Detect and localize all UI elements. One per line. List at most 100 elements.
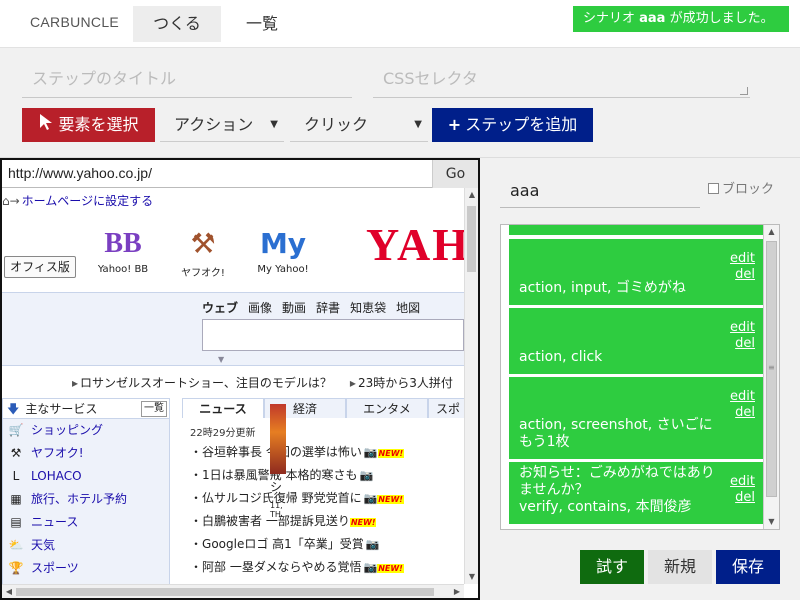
set-homepage-link[interactable]: ⌂→ ホームページに設定する xyxy=(2,192,153,209)
news-item[interactable]: ・Googleロゴ 高1「卒業」受賞 📷 xyxy=(182,533,464,556)
try-button[interactable]: 試す xyxy=(580,550,644,584)
delete-link[interactable]: del xyxy=(730,336,755,352)
news-panel: ニュース 経済 エンタメ スポ 22時29分更新 ・谷垣幹事長 今回の選挙は怖い… xyxy=(182,398,464,584)
select-element-button[interactable]: 要素を選択 xyxy=(22,108,155,142)
news-tab-entertainment[interactable]: エンタメ xyxy=(346,398,428,418)
browser-vertical-scrollbar[interactable]: ▲ ▼ xyxy=(464,188,478,584)
service-label: ニュース xyxy=(31,515,79,529)
new-button[interactable]: 新規 xyxy=(648,550,712,584)
add-step-button[interactable]: + ステップを追加 xyxy=(432,108,593,142)
search-input[interactable] xyxy=(202,319,464,351)
scroll-left-icon[interactable]: ◀ xyxy=(2,585,16,598)
main-service-item[interactable]: 🛒 ショッピング xyxy=(3,419,169,442)
main-services-panel: 🡇 主なサービス 一覧 🛒 ショッピング ⚒ ヤフオク! L LOHACO ▦ 旅行、ホテル予約… xyxy=(2,398,170,584)
bullet-icon: ・ xyxy=(190,514,203,528)
step-item[interactable]: action, screenshot, ...editdel xyxy=(509,225,765,235)
tab-list[interactable]: 一覧 xyxy=(233,6,291,42)
steps-list: action, screenshot, ...editdelaction, in… xyxy=(500,224,780,530)
steps-scrollbar[interactable]: ▲ ≡ ▼ xyxy=(763,225,779,529)
tab-create[interactable]: つくる xyxy=(133,6,221,42)
caret-down-icon: ▼ xyxy=(270,119,278,130)
news-item[interactable]: ・阿部 一塁ダメならやめる覚悟 📷NEW! xyxy=(182,556,464,579)
search-tab-video[interactable]: 動画 xyxy=(282,301,306,315)
my-yahoo-label: My Yahoo! xyxy=(257,264,309,275)
step-title-input[interactable]: ステップのタイトル xyxy=(22,62,352,98)
main-service-item[interactable]: L LOHACO xyxy=(3,465,169,488)
scroll-right-icon[interactable]: ▶ xyxy=(450,585,464,598)
service-icon: 🛒 xyxy=(8,423,24,437)
main-service-item[interactable]: ▤ ニュース xyxy=(3,511,169,534)
service-label: 天気 xyxy=(31,538,56,552)
grip-icon: ≡ xyxy=(768,363,775,372)
scenario-name-input[interactable]: aaa xyxy=(500,176,700,208)
url-input[interactable]: http://www.yahoo.co.jp/ xyxy=(8,165,152,181)
news-thumbnail[interactable] xyxy=(270,404,286,474)
step-item[interactable]: お知らせ：ごみめがねではありませんか？ verify, contains, 本間俊… xyxy=(509,462,765,524)
yahoo-bb-label: Yahoo! BB xyxy=(97,264,149,275)
search-tab-web[interactable]: ウェブ xyxy=(202,301,238,315)
headline-2[interactable]: 23時から3人拼付 xyxy=(358,376,453,390)
brand-logo[interactable]: CARBUNCLE xyxy=(30,14,119,30)
headline-bar: ▸ ロサンゼルスオートショー、注目のモデルは？ ▸ 23時から3人拼付 xyxy=(72,374,453,391)
event-select[interactable]: クリック ▼ xyxy=(290,108,428,142)
css-selector-input[interactable]: CSSセレクタ xyxy=(373,62,750,98)
block-checkbox[interactable]: ブロック xyxy=(708,178,774,197)
main-service-item[interactable]: 🏆 スポーツ xyxy=(3,557,169,580)
search-tab-image[interactable]: 画像 xyxy=(248,301,272,315)
main-service-item[interactable]: ▦ 旅行、ホテル予約 xyxy=(3,488,169,511)
all-services-button[interactable]: 一覧 xyxy=(141,401,167,417)
edit-link[interactable]: edit xyxy=(730,389,755,405)
save-button[interactable]: 保存 xyxy=(716,550,780,584)
news-item[interactable]: ・谷垣幹事長 今回の選挙は怖い 📷NEW! xyxy=(182,441,464,464)
go-button[interactable]: Go xyxy=(432,160,478,188)
step-item[interactable]: action, screenshot, さいごにもう1枚 edit del xyxy=(509,377,765,459)
browser-viewport[interactable]: ⌂→ ホームページに設定する オフィス版 BB Yahoo! BB ⚒ ヤフオク!… xyxy=(2,188,464,584)
bb-icon: BB xyxy=(104,228,142,259)
browser-horizontal-scrollbar[interactable]: ◀ ▶ xyxy=(2,584,464,598)
checkbox-icon[interactable] xyxy=(708,183,719,194)
news-item[interactable]: ・白鵬被害者 一部提訴見送りNEW! xyxy=(182,510,464,533)
search-tab-dictionary[interactable]: 辞書 xyxy=(316,301,340,315)
scroll-thumb[interactable] xyxy=(16,588,434,596)
new-badge: NEW! xyxy=(377,449,405,458)
search-tab-chiebukuro[interactable]: 知恵袋 xyxy=(350,301,386,315)
news-tab-news[interactable]: ニュース xyxy=(182,398,264,418)
scroll-down-icon[interactable]: ▼ xyxy=(465,570,478,584)
delete-link[interactable]: del xyxy=(730,267,755,283)
resize-grip-icon[interactable] xyxy=(740,87,748,95)
my-yahoo-icon: My xyxy=(259,227,307,260)
main-services-header: 🡇 主なサービス 一覧 xyxy=(3,399,169,419)
news-item[interactable]: ・仏サルコジ氏復帰 野党党首に 📷NEW! xyxy=(182,487,464,510)
headline-1[interactable]: ロサンゼルスオートショー、注目のモデルは？ xyxy=(80,376,332,390)
news-tab-sports[interactable]: スポ xyxy=(428,398,464,418)
yahuoku-link[interactable]: ⚒ ヤフオク! xyxy=(168,224,238,279)
delete-link[interactable]: del xyxy=(730,405,755,421)
step-item[interactable]: action, click edit del xyxy=(509,308,765,374)
search-dropdown-icon[interactable]: ▼ xyxy=(218,355,224,364)
scroll-up-icon[interactable]: ▲ xyxy=(465,188,478,202)
main-service-item[interactable]: ⛅ 天気 xyxy=(3,534,169,557)
main-service-item[interactable]: ⚒ ヤフオク! xyxy=(3,442,169,465)
cursor-icon xyxy=(38,109,54,143)
search-tab-map[interactable]: 地図 xyxy=(396,301,420,315)
news-item[interactable]: ・1日は暴風警戒 本格的寒さも 📷 xyxy=(182,464,464,487)
service-icon: ⛅ xyxy=(8,538,24,552)
office-button[interactable]: オフィス版 xyxy=(4,256,76,278)
action-select[interactable]: アクション ▼ xyxy=(160,108,284,142)
yahoo-bb-link[interactable]: BB Yahoo! BB xyxy=(88,224,158,275)
scroll-up-icon[interactable]: ▲ xyxy=(764,225,779,239)
delete-link[interactable]: del xyxy=(730,490,755,506)
my-yahoo-link[interactable]: My My Yahoo! xyxy=(248,224,318,275)
edit-link[interactable]: edit xyxy=(730,251,755,267)
arrow-icon: ▸ xyxy=(72,376,79,390)
event-select-value: クリック xyxy=(304,115,369,134)
yahoo-logo[interactable]: YAHO xyxy=(366,218,464,271)
bullet-icon: ・ xyxy=(190,445,203,459)
step-description: action, screenshot, ... xyxy=(519,225,719,227)
step-item[interactable]: action, input, ゴミめがね edit del xyxy=(509,239,765,305)
edit-link[interactable]: edit xyxy=(730,320,755,336)
edit-link[interactable]: edit xyxy=(730,474,755,490)
css-selector-placeholder: CSSセレクタ xyxy=(383,69,478,88)
scroll-thumb[interactable] xyxy=(467,206,476,272)
scroll-down-icon[interactable]: ▼ xyxy=(764,515,779,529)
